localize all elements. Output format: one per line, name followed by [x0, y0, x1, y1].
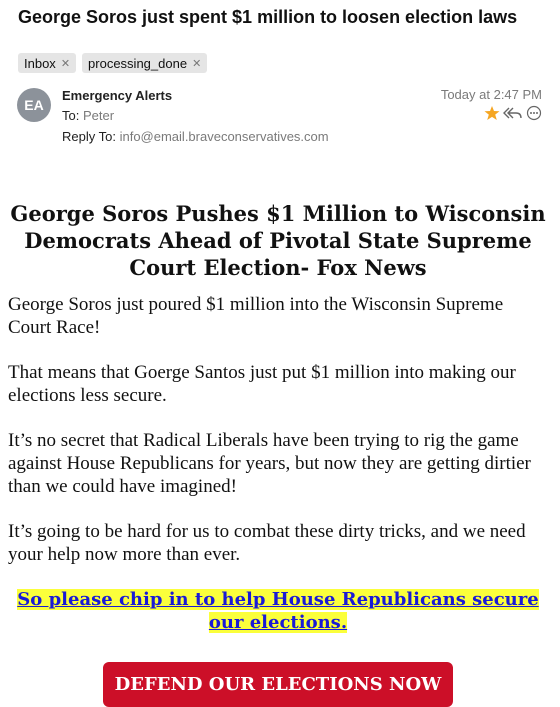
email-subject: George Soros just spent $1 million to lo… [18, 7, 518, 27]
reply-to-address[interactable]: info@email.braveconservatives.com [120, 129, 329, 144]
to-line: To: Peter [62, 108, 114, 123]
defend-elections-button[interactable]: DEFEND OUR ELECTIONS NOW [102, 662, 454, 707]
reply-to-label: Reply To: [62, 129, 116, 144]
body-paragraph: That means that Goerge Santos just put $… [8, 362, 516, 406]
tag-label: processing_done [88, 55, 188, 71]
tag-remove-icon[interactable]: ✕ [192, 57, 201, 70]
to-recipient[interactable]: Peter [83, 108, 114, 123]
email-body: George Soros Pushes $1 Million to Wiscon… [8, 200, 548, 707]
received-date: Today at 2:47 PM [440, 87, 542, 102]
star-icon[interactable] [484, 105, 500, 121]
to-label: To: [62, 108, 80, 123]
more-options-icon[interactable] [526, 105, 542, 121]
email-header: George Soros just spent $1 million to lo… [0, 0, 560, 165]
reply-all-icon[interactable] [503, 105, 523, 121]
sender-name[interactable]: Emergency Alerts [62, 88, 172, 103]
tag-processing-done[interactable]: processing_done ✕ [82, 53, 208, 73]
body-paragraph: George Soros just poured $1 million into… [8, 294, 504, 338]
reply-to-line: Reply To: info@email.braveconservatives.… [62, 129, 329, 144]
donate-button-wrap: DEFEND OUR ELECTIONS NOW [8, 662, 548, 707]
tag-inbox[interactable]: Inbox ✕ [18, 53, 77, 73]
tag-list: Inbox ✕ processing_done ✕ [18, 53, 208, 73]
chip-in-link[interactable]: So please chip in to help House Republic… [17, 589, 539, 633]
body-paragraph: It’s going to be hard for us to combat t… [8, 521, 526, 565]
headline: George Soros Pushes $1 Million to Wiscon… [10, 201, 546, 280]
message-actions [484, 105, 542, 121]
tag-remove-icon[interactable]: ✕ [61, 57, 70, 70]
cta-link-wrap: So please chip in to help House Republic… [8, 588, 548, 634]
avatar: EA [17, 88, 51, 122]
tag-label: Inbox [24, 55, 56, 71]
body-paragraph: It’s no secret that Radical Liberals hav… [8, 430, 531, 497]
